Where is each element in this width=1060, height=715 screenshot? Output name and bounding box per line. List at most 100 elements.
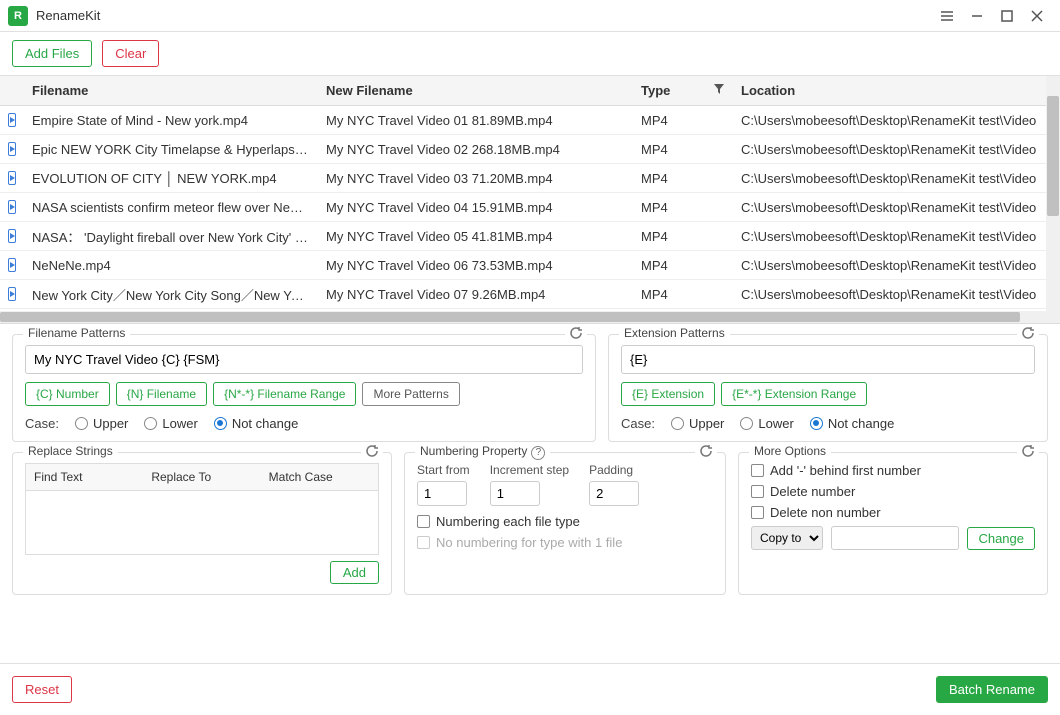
chip-e-range[interactable]: {E*-*} Extension Range — [721, 382, 867, 406]
titlebar: R RenameKit — [0, 0, 1060, 32]
cell-filename: Empire State of Mind - New york.mp4 — [24, 108, 318, 133]
cell-newname: My NYC Travel Video 07 9.26MB.mp4 — [318, 282, 633, 307]
radio-notchange-ext[interactable]: Not change — [810, 416, 895, 431]
change-button[interactable]: Change — [967, 527, 1035, 550]
filename-pattern-input[interactable] — [25, 345, 583, 374]
add-files-button[interactable]: Add Files — [12, 40, 92, 67]
filter-icon[interactable] — [713, 83, 725, 98]
help-icon[interactable]: ? — [531, 446, 545, 460]
cell-location: C:\Users\mobeesoft\Desktop\RenameKit tes… — [733, 108, 1060, 133]
start-from-label: Start from — [417, 463, 470, 477]
cell-filename: New York City／New York City Song／New Yor… — [24, 280, 318, 309]
replace-strings-panel: Replace Strings Find Text Replace To Mat… — [12, 452, 392, 595]
cell-filename: NASA： 'Daylight fireball over New York C… — [24, 222, 318, 251]
cell-filename: Epic NEW YORK City Timelapse & Hyperlaps… — [24, 137, 318, 162]
extension-patterns-panel: Extension Patterns {E} Extension {E*-*} … — [608, 334, 1048, 442]
radio-upper-ext[interactable]: Upper — [671, 416, 724, 431]
check-each-type[interactable]: Numbering each file type — [417, 514, 713, 529]
cell-type: MP4 — [633, 137, 733, 162]
table-row[interactable]: EVOLUTION OF CITY │ NEW YORK.mp4My NYC T… — [0, 164, 1060, 193]
footer: Reset Batch Rename — [0, 663, 1060, 715]
table-row[interactable]: Epic NEW YORK City Timelapse & Hyperlaps… — [0, 135, 1060, 164]
check-no-num-single[interactable]: No numbering for type with 1 file — [417, 535, 713, 550]
table-header: Filename New Filename Type Location — [0, 76, 1060, 106]
check-delete-nonnum[interactable]: Delete non number — [751, 505, 1035, 520]
chip-e-extension[interactable]: {E} Extension — [621, 382, 715, 406]
video-file-icon — [8, 142, 16, 156]
refresh-icon[interactable] — [1017, 444, 1039, 461]
cell-location: C:\Users\mobeesoft\Desktop\RenameKit tes… — [733, 253, 1060, 278]
batch-rename-button[interactable]: Batch Rename — [936, 676, 1048, 703]
copyto-path[interactable] — [831, 526, 959, 550]
menu-icon[interactable] — [932, 2, 962, 30]
minimize-button[interactable] — [962, 2, 992, 30]
table-row[interactable]: NASA scientists confirm meteor flew over… — [0, 193, 1060, 222]
header-filename[interactable]: Filename — [24, 77, 318, 104]
copyto-select[interactable]: Copy to — [751, 526, 823, 550]
refresh-icon[interactable] — [361, 444, 383, 461]
app-title: RenameKit — [36, 8, 100, 23]
app-logo-icon: R — [8, 6, 28, 26]
col-replace: Replace To — [143, 464, 260, 490]
video-file-icon — [8, 200, 16, 214]
replace-table: Find Text Replace To Match Case — [25, 463, 379, 555]
radio-notchange[interactable]: Not change — [214, 416, 299, 431]
top-toolbar: Add Files Clear — [0, 32, 1060, 76]
refresh-icon[interactable] — [1017, 326, 1039, 343]
video-file-icon — [8, 113, 16, 127]
table-row[interactable]: NASA： 'Daylight fireball over New York C… — [0, 222, 1060, 251]
increment-input[interactable] — [490, 481, 540, 506]
cell-filename: EVOLUTION OF CITY │ NEW YORK.mp4 — [24, 166, 318, 191]
table-row[interactable]: NeNeNe.mp4My NYC Travel Video 06 73.53MB… — [0, 251, 1060, 280]
close-button[interactable] — [1022, 2, 1052, 30]
chip-more-patterns[interactable]: More Patterns — [362, 382, 459, 406]
panel-title: Filename Patterns — [23, 326, 130, 340]
increment-label: Increment step — [490, 463, 569, 477]
clear-button[interactable]: Clear — [102, 40, 159, 67]
start-from-input[interactable] — [417, 481, 467, 506]
radio-lower[interactable]: Lower — [144, 416, 197, 431]
chip-c-number[interactable]: {C} Number — [25, 382, 110, 406]
check-add-dash[interactable]: Add '-' behind first number — [751, 463, 1035, 478]
cell-filename: NeNeNe.mp4 — [24, 253, 318, 278]
radio-lower-ext[interactable]: Lower — [740, 416, 793, 431]
header-location[interactable]: Location — [733, 77, 1060, 104]
vertical-scrollbar[interactable] — [1046, 76, 1060, 323]
video-file-icon — [8, 287, 16, 301]
cell-location: C:\Users\mobeesoft\Desktop\RenameKit tes… — [733, 137, 1060, 162]
cell-newname: My NYC Travel Video 03 71.20MB.mp4 — [318, 166, 633, 191]
numbering-panel: Numbering Property? Start from Increment… — [404, 452, 726, 595]
col-find: Find Text — [26, 464, 143, 490]
cell-newname: My NYC Travel Video 06 73.53MB.mp4 — [318, 253, 633, 278]
cell-newname: My NYC Travel Video 01 81.89MB.mp4 — [318, 108, 633, 133]
panel-title: Numbering Property? — [415, 444, 550, 460]
extension-pattern-input[interactable] — [621, 345, 1035, 374]
panel-title: Extension Patterns — [619, 326, 730, 340]
chip-n-range[interactable]: {N*-*} Filename Range — [213, 382, 356, 406]
cell-location: C:\Users\mobeesoft\Desktop\RenameKit tes… — [733, 282, 1060, 307]
cell-location: C:\Users\mobeesoft\Desktop\RenameKit tes… — [733, 166, 1060, 191]
cell-newname: My NYC Travel Video 05 41.81MB.mp4 — [318, 224, 633, 249]
cell-type: MP4 — [633, 108, 733, 133]
refresh-icon[interactable] — [565, 326, 587, 343]
check-delete-num[interactable]: Delete number — [751, 484, 1035, 499]
cell-type: MP4 — [633, 253, 733, 278]
table-row[interactable]: New York City／New York City Song／New Yor… — [0, 280, 1060, 309]
chip-n-filename[interactable]: {N} Filename — [116, 382, 207, 406]
table-row[interactable]: Empire State of Mind - New york.mp4My NY… — [0, 106, 1060, 135]
add-replace-button[interactable]: Add — [330, 561, 379, 584]
cell-location: C:\Users\mobeesoft\Desktop\RenameKit tes… — [733, 195, 1060, 220]
case-label: Case: — [621, 416, 655, 431]
header-type[interactable]: Type — [633, 77, 733, 104]
header-newname[interactable]: New Filename — [318, 77, 633, 104]
refresh-icon[interactable] — [695, 444, 717, 461]
horizontal-scrollbar[interactable] — [0, 311, 1060, 323]
padding-input[interactable] — [589, 481, 639, 506]
maximize-button[interactable] — [992, 2, 1022, 30]
cell-newname: My NYC Travel Video 02 268.18MB.mp4 — [318, 137, 633, 162]
file-table: Filename New Filename Type Location Empi… — [0, 76, 1060, 324]
cell-filename: NASA scientists confirm meteor flew over… — [24, 195, 318, 220]
case-label: Case: — [25, 416, 59, 431]
radio-upper[interactable]: Upper — [75, 416, 128, 431]
reset-button[interactable]: Reset — [12, 676, 72, 703]
